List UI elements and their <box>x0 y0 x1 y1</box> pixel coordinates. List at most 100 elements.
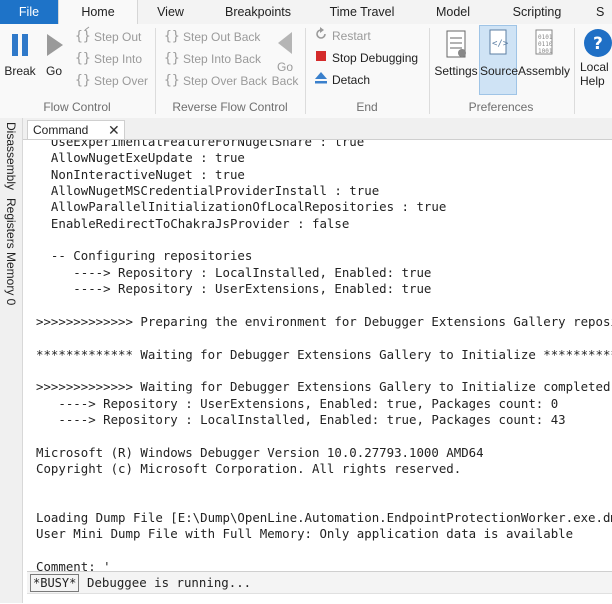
tab-time-travel[interactable]: Time Travel <box>324 0 400 24</box>
svg-text:{}: {} <box>164 51 180 66</box>
reverse-flow-group-label: Reverse Flow Control <box>172 100 288 114</box>
console-line: Comment: ' <box>36 559 111 571</box>
stop-debugging-button[interactable]: Stop Debugging <box>313 48 418 68</box>
console-line: Microsoft (R) Windows Debugger Version 1… <box>36 444 484 460</box>
assembly-button[interactable]: 0101 0110 1001 Assembly <box>518 26 570 78</box>
svg-text:?: ? <box>593 34 603 54</box>
svg-text:{}: {} <box>75 73 91 88</box>
step-into-button[interactable]: {} Step Into <box>73 48 142 68</box>
tab-home[interactable]: Home <box>58 0 138 24</box>
side-tab-disassembly[interactable]: Disassembly <box>0 122 22 194</box>
stop-icon <box>313 48 329 70</box>
close-icon[interactable]: ✕ <box>108 122 120 139</box>
console-line: Loading Dump File [E:\Dump\OpenLine.Auto… <box>36 510 612 526</box>
break-button[interactable]: Break <box>4 26 36 78</box>
go-button[interactable]: Go <box>40 26 68 78</box>
detach-icon <box>313 70 329 92</box>
step-out-back-icon: {} <box>162 26 180 50</box>
tab-overflow[interactable]: S <box>596 0 612 24</box>
go-back-icon <box>270 26 300 60</box>
help-icon: ? <box>580 26 612 60</box>
stop-debugging-label: Stop Debugging <box>332 51 419 66</box>
source-button[interactable]: </> Source <box>479 25 519 95</box>
help-label-1: Local <box>580 60 609 74</box>
restart-button[interactable]: Restart <box>313 26 371 46</box>
assembly-icon: 0101 0110 1001 <box>529 26 559 64</box>
step-out-back-label: Step Out Back <box>183 30 261 45</box>
pause-icon <box>5 26 35 64</box>
flow-control-group-label: Flow Control <box>43 100 111 114</box>
step-into-back-button[interactable]: {} Step Into Back <box>162 48 261 68</box>
console-line: ************* Waiting for Debugger Exten… <box>36 346 612 362</box>
command-input[interactable] <box>27 593 612 604</box>
go-back-button[interactable]: Go Back <box>268 26 302 88</box>
group-divider <box>574 28 575 114</box>
step-into-back-icon: {} <box>162 48 180 72</box>
settings-button[interactable]: Settings <box>434 26 478 78</box>
status-text: Debuggee is running... <box>87 575 252 590</box>
svg-text:1001: 1001 <box>538 48 553 55</box>
step-out-back-button[interactable]: {} Step Out Back <box>162 26 260 46</box>
command-status-bar: *BUSY* Debuggee is running... <box>27 571 612 593</box>
step-into-back-label: Step Into Back <box>183 52 262 67</box>
local-help-button[interactable]: ? Local Help <box>580 26 612 88</box>
detach-label: Detach <box>332 73 371 88</box>
console-line: -- Configuring repositories <box>36 248 253 264</box>
svg-text:{}: {} <box>164 73 180 88</box>
detach-button[interactable]: Detach <box>313 70 370 90</box>
console-line: >>>>>>>>>>>>> Preparing the environment … <box>36 313 612 329</box>
svg-text:0110: 0110 <box>538 41 553 48</box>
command-tab-label: Command <box>33 123 89 137</box>
ribbon-tab-bar: File Home View Breakpoints Time Travel M… <box>0 0 612 24</box>
settings-label: Settings <box>434 64 478 78</box>
console-line: ----> Repository : UserExtensions, Enabl… <box>36 395 559 411</box>
restart-icon <box>313 26 329 48</box>
step-over-back-button[interactable]: {} Step Over Back <box>162 70 267 90</box>
console-line: AllowParallelInitializationOfLocalReposi… <box>36 199 447 215</box>
help-label-2: Help <box>580 74 605 88</box>
command-output[interactable]: UseExperimentalFeatureForNugetShare : tr… <box>23 140 612 571</box>
ribbon-home: Break Go {} Step Out {} Step Into {} Step O… <box>0 24 612 119</box>
console-line: EnableRedirectToChakraJsProvider : false <box>36 215 350 231</box>
step-over-label: Step Over <box>94 74 149 89</box>
step-out-button[interactable]: {} Step Out <box>73 26 141 46</box>
side-tool-strip: Disassembly Registers Memory 0 <box>0 118 23 603</box>
side-tab-memory[interactable]: Memory 0 <box>0 252 22 310</box>
restart-label: Restart <box>332 29 371 44</box>
tab-scripting[interactable]: Scripting <box>506 0 568 24</box>
play-icon <box>40 26 68 64</box>
end-group-label: End <box>356 100 378 114</box>
tab-breakpoints[interactable]: Breakpoints <box>220 0 296 24</box>
console-line: ----> Repository : LocalInstalled, Enabl… <box>36 264 432 280</box>
assembly-label: Assembly <box>518 64 571 78</box>
tab-view[interactable]: View <box>143 0 198 24</box>
document-tab-strip: Command ✕ <box>23 118 612 140</box>
console-line: UseExperimentalFeatureForNugetShare : tr… <box>36 140 365 149</box>
step-into-label: Step Into <box>94 52 143 67</box>
tab-command[interactable]: Command ✕ <box>27 120 125 139</box>
console-line: NonInteractiveNuget : true <box>36 166 245 182</box>
svg-text:{}: {} <box>164 29 180 44</box>
svg-text:</>: </> <box>492 39 509 49</box>
busy-badge: *BUSY* <box>30 574 80 592</box>
step-into-icon: {} <box>73 48 91 72</box>
svg-text:0101: 0101 <box>538 34 553 41</box>
step-over-button[interactable]: {} Step Over <box>73 70 148 90</box>
step-over-back-label: Step Over Back <box>183 74 268 89</box>
console-line: ----> Repository : LocalInstalled, Enabl… <box>36 411 566 427</box>
console-line: >>>>>>>>>>>>> Waiting for Debugger Exten… <box>36 379 611 395</box>
svg-text:{}: {} <box>75 51 91 66</box>
go-back-label-2: Back <box>271 74 299 88</box>
console-line: ----> Repository : UserExtensions, Enabl… <box>36 281 432 297</box>
console-line: Copyright (c) Microsoft Corporation. All… <box>36 461 462 476</box>
go-label: Go <box>45 64 62 78</box>
tab-model[interactable]: Model <box>428 0 478 24</box>
break-label: Break <box>4 64 36 78</box>
preferences-group-label: Preferences <box>468 100 534 114</box>
settings-icon <box>441 26 471 64</box>
source-label: Source <box>480 64 519 78</box>
svg-text:{}: {} <box>75 29 91 44</box>
tab-file[interactable]: File <box>0 0 58 24</box>
side-tab-registers[interactable]: Registers <box>0 198 22 249</box>
step-over-back-icon: {} <box>162 70 180 94</box>
